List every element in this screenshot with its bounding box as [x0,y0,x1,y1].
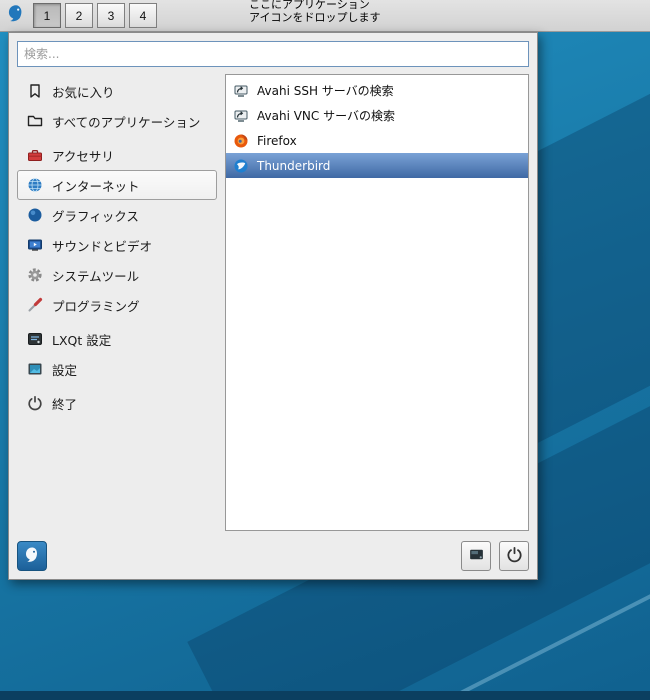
menu-body: お気に入り すべてのアプリケーション アクセサリ インターネット グラフィックス… [17,74,529,531]
top-panel: 1 2 3 4 ここにアプリケーション アイコンをドロップします [0,0,650,32]
globe-icon [26,177,43,194]
category-programming[interactable]: プログラミング [17,290,217,320]
workspace-button-2[interactable]: 2 [65,3,93,28]
lxqt-logo-icon [22,545,42,568]
category-list: お気に入り すべてのアプリケーション アクセサリ インターネット グラフィックス… [17,74,217,531]
category-lxqt-settings[interactable]: LXQt 設定 [17,324,217,354]
power-icon [26,395,43,412]
video-screen-icon [26,237,43,254]
app-item-avahi-ssh[interactable]: Avahi SSH サーバの検索 [226,78,528,103]
workspace-switcher: 1 2 3 4 [33,3,157,28]
category-label: LXQt 設定 [52,332,112,348]
shutdown-button[interactable] [499,541,529,571]
lock-screen-icon [468,546,485,566]
avahi-network-icon [232,82,249,99]
avahi-network-icon [232,107,249,124]
workspace-button-3[interactable]: 3 [97,3,125,28]
drop-hint-line2: アイコンをドロップします [249,10,381,24]
application-menu-popup: お気に入り すべてのアプリケーション アクセサリ [8,32,538,580]
category-label: グラフィックス [52,208,139,224]
about-lxqt-button[interactable] [17,541,47,571]
category-sound-video[interactable]: サウンドとビデオ [17,230,217,260]
lxqt-bird-icon [4,2,28,29]
menu-footer [17,531,529,571]
drop-hint-line1: ここにアプリケーション [249,0,370,11]
app-item-thunderbird[interactable]: Thunderbird [226,153,528,178]
workspace-button-4[interactable]: 4 [129,3,157,28]
settings-monitor-icon [26,361,43,378]
quicklaunch-drop-hint: ここにアプリケーション アイコンをドロップします [249,0,380,30]
app-label: Firefox [257,133,297,148]
toolbox-icon [26,147,43,164]
category-graphics[interactable]: グラフィックス [17,200,217,230]
app-label: Avahi SSH サーバの検索 [257,84,394,98]
category-internet[interactable]: インターネット [17,170,217,200]
lxqt-settings-icon [26,331,43,348]
graphics-sphere-icon [26,207,43,224]
category-label: 終了 [52,396,78,412]
category-leave[interactable]: 終了 [17,388,217,418]
app-label: Avahi VNC サーバの検索 [257,109,395,123]
main-menu-button[interactable] [1,1,31,31]
category-label: すべてのアプリケーション [52,114,201,130]
category-label: お気に入り [52,84,115,100]
wallpaper-bottom-strip [0,691,650,700]
bookmark-icon [26,83,43,100]
category-accessories[interactable]: アクセサリ [17,140,217,170]
app-item-firefox[interactable]: Firefox [226,128,528,153]
category-settings[interactable]: 設定 [17,354,217,384]
lock-screen-button[interactable] [461,541,491,571]
category-label: サウンドとビデオ [52,238,153,254]
category-label: インターネット [52,178,140,194]
gear-icon [26,267,43,284]
power-icon [506,546,523,566]
screwdriver-icon [26,297,43,314]
category-label: システムツール [52,268,140,284]
category-label: アクセサリ [52,148,114,164]
firefox-icon [232,132,249,149]
category-system-tools[interactable]: システムツール [17,260,217,290]
application-list: Avahi SSH サーバの検索 Avahi VNC サーバの検索 Firefo… [225,74,529,531]
category-label: 設定 [52,362,78,378]
category-all-applications[interactable]: すべてのアプリケーション [17,106,217,136]
category-favorites[interactable]: お気に入り [17,76,217,106]
app-label: Thunderbird [257,158,331,173]
folder-icon [26,113,43,130]
thunderbird-icon [232,157,249,174]
workspace-button-1[interactable]: 1 [33,3,61,28]
app-item-avahi-vnc[interactable]: Avahi VNC サーバの検索 [226,103,528,128]
search-input[interactable] [17,41,529,67]
category-label: プログラミング [52,298,140,314]
